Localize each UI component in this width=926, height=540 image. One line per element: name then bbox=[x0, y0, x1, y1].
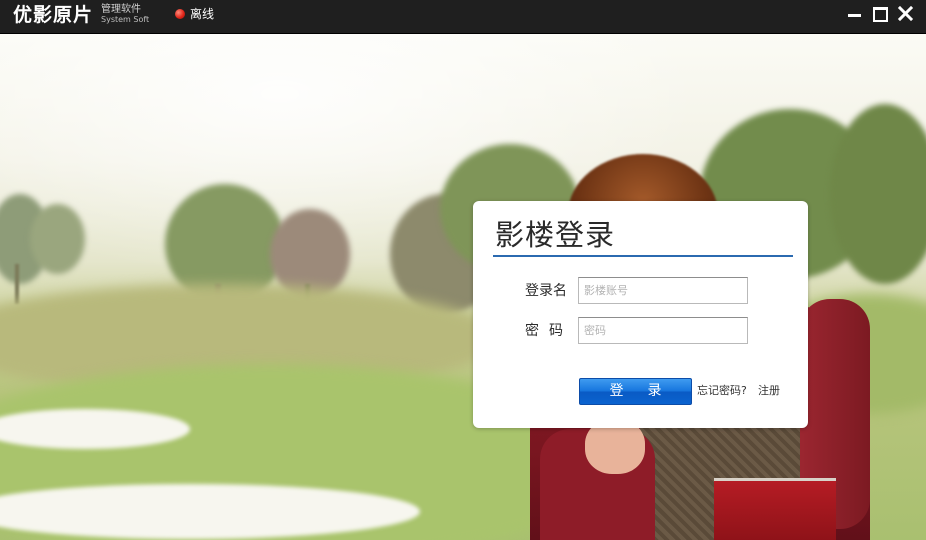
status-dot-icon bbox=[175, 9, 185, 19]
title-bar: 优影原片 管理软件 System Soft 离线 bbox=[0, 0, 926, 34]
password-input[interactable] bbox=[578, 317, 748, 344]
app-window: 优影原片 管理软件 System Soft 离线 影楼登录 登录名 影楼账号 密… bbox=[0, 0, 926, 540]
forgot-password-link[interactable]: 忘记密码? bbox=[697, 384, 747, 398]
maximize-icon bbox=[873, 7, 888, 22]
app-logo-subtitle: 管理软件 bbox=[101, 4, 141, 15]
connection-status: 离线 bbox=[175, 7, 214, 21]
minimize-icon bbox=[848, 14, 861, 17]
password-label: 密码 bbox=[525, 323, 573, 339]
title-divider bbox=[493, 255, 793, 257]
maximize-button[interactable] bbox=[871, 5, 891, 23]
login-button[interactable]: 登录 bbox=[579, 378, 692, 405]
login-panel: 影楼登录 登录名 密码 登录 忘记密码? 注册 bbox=[473, 201, 808, 428]
background-tree bbox=[30, 204, 85, 274]
username-input[interactable] bbox=[578, 277, 748, 304]
username-label: 登录名 bbox=[525, 283, 567, 299]
close-icon bbox=[898, 6, 913, 21]
app-logo-english: System Soft bbox=[101, 15, 150, 24]
red-book bbox=[714, 478, 836, 540]
app-logo: 优影原片 bbox=[13, 4, 94, 26]
close-button[interactable] bbox=[896, 5, 916, 23]
login-title: 影楼登录 bbox=[495, 218, 616, 252]
status-text: 离线 bbox=[190, 7, 215, 21]
tree-trunk bbox=[15, 264, 19, 304]
register-link[interactable]: 注册 bbox=[758, 384, 780, 398]
minimize-button[interactable] bbox=[845, 5, 865, 23]
